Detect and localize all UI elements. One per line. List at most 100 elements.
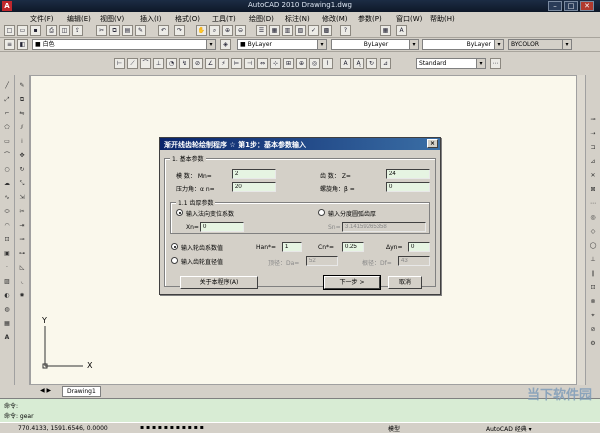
- table-style-icon[interactable]: ▦: [380, 25, 391, 36]
- copy-icon[interactable]: ⧉: [109, 25, 120, 36]
- join-icon[interactable]: ⊶: [17, 249, 27, 259]
- dyn-input[interactable]: [408, 242, 430, 252]
- calculator-icon[interactable]: ▩: [321, 25, 332, 36]
- maximize-icon[interactable]: □: [564, 1, 578, 11]
- cancel-button[interactable]: 取消: [388, 276, 422, 289]
- point-icon[interactable]: ·: [2, 263, 12, 273]
- pan-icon[interactable]: ✋: [196, 25, 207, 36]
- snap-perpendicular-icon[interactable]: ⊥: [588, 255, 598, 265]
- snap-midpoint-icon[interactable]: ⊿: [588, 157, 598, 167]
- layer-state-icon[interactable]: ◧: [17, 39, 28, 50]
- plotstyle-combo[interactable]: BYCOLOR ▾: [508, 39, 572, 50]
- helix-input[interactable]: [386, 182, 430, 192]
- dialog-close-icon[interactable]: ×: [427, 139, 438, 148]
- baseline-icon[interactable]: ⊨: [231, 58, 242, 69]
- mirror-icon[interactable]: ⇋: [17, 109, 27, 119]
- center-mark-icon[interactable]: ⊕: [296, 58, 307, 69]
- break-point-icon[interactable]: ⊸: [17, 235, 27, 245]
- undo-icon[interactable]: ↶: [158, 25, 169, 36]
- minimize-icon[interactable]: –: [548, 1, 562, 11]
- radio-shift[interactable]: [176, 209, 183, 216]
- snap-parallel-icon[interactable]: ∥: [588, 269, 598, 279]
- tab-nav-icon[interactable]: ◀ ▶: [40, 387, 51, 394]
- design-center-icon[interactable]: ▦: [269, 25, 280, 36]
- trim-icon[interactable]: ✂: [17, 207, 27, 217]
- snap-settings-icon[interactable]: ⚙: [588, 339, 598, 349]
- dim-style-icon[interactable]: ⊿: [380, 58, 391, 69]
- angular-icon[interactable]: ∠: [205, 58, 216, 69]
- ellipse-icon[interactable]: ⬭: [2, 207, 12, 217]
- line-icon[interactable]: ╱: [2, 81, 12, 91]
- menu-insert[interactable]: 插入(I): [140, 14, 162, 24]
- polygon-icon[interactable]: ⬠: [2, 123, 12, 133]
- module-input[interactable]: [232, 169, 276, 179]
- revision-cloud-icon[interactable]: ☁: [2, 179, 12, 189]
- snap-quadrant-icon[interactable]: ◇: [588, 227, 598, 237]
- inspect-icon[interactable]: ◎: [309, 58, 320, 69]
- menu-draw[interactable]: 绘图(D): [249, 14, 274, 24]
- break-icon[interactable]: ⊹: [270, 58, 281, 69]
- construction-line-icon[interactable]: ⤢: [2, 95, 12, 105]
- new-icon[interactable]: □: [4, 25, 15, 36]
- space-icon[interactable]: ⇔: [257, 58, 268, 69]
- zoom-window-icon[interactable]: ⊕: [222, 25, 233, 36]
- mtext-icon[interactable]: A: [2, 333, 12, 343]
- cut-icon[interactable]: ✂: [96, 25, 107, 36]
- snap-insert-icon[interactable]: ⊡: [588, 283, 598, 293]
- arc-icon[interactable]: ⌒: [2, 151, 12, 161]
- match-icon[interactable]: ✎: [135, 25, 146, 36]
- linetype-combo[interactable]: ByLayer ▾: [331, 39, 419, 50]
- erase-icon[interactable]: ✎: [17, 81, 27, 91]
- pressure-input[interactable]: [232, 182, 276, 192]
- paste-icon[interactable]: ▤: [122, 25, 133, 36]
- jogged-linear-icon[interactable]: ⌇: [322, 58, 333, 69]
- vertical-scrollbar[interactable]: [576, 75, 585, 385]
- tool-palettes-icon[interactable]: ▥: [282, 25, 293, 36]
- next-button[interactable]: 下一步 >: [323, 275, 381, 290]
- menu-tools[interactable]: 工具(T): [212, 14, 236, 24]
- close-icon[interactable]: ✕: [580, 1, 594, 11]
- zoom-previous-icon[interactable]: ⊖: [235, 25, 246, 36]
- menu-modify[interactable]: 修改(M): [322, 14, 348, 24]
- circle-icon[interactable]: ○: [2, 165, 12, 175]
- stretch-icon[interactable]: ⇲: [17, 193, 27, 203]
- snap-tangent-icon[interactable]: ◯: [588, 241, 598, 251]
- scale-icon[interactable]: ⤡: [17, 179, 27, 189]
- properties-icon[interactable]: ☰: [256, 25, 267, 36]
- xn-input[interactable]: [200, 222, 244, 232]
- snap-none-icon[interactable]: ⊘: [588, 325, 598, 335]
- markup-icon[interactable]: ✓: [308, 25, 319, 36]
- aligned-dim-icon[interactable]: ⟋: [127, 58, 138, 69]
- workspace-switch[interactable]: AutoCAD 经典 ▾: [486, 424, 532, 433]
- spline-icon[interactable]: ∿: [2, 193, 12, 203]
- cn-input[interactable]: [342, 242, 364, 252]
- han-input[interactable]: [282, 242, 302, 252]
- region-icon[interactable]: ◍: [2, 305, 12, 315]
- move-icon[interactable]: ✥: [17, 151, 27, 161]
- df-input[interactable]: [398, 256, 430, 266]
- polyline-icon[interactable]: ⌐: [2, 109, 12, 119]
- radius-icon[interactable]: ◔: [166, 58, 177, 69]
- copy-object-icon[interactable]: ⧉: [17, 95, 27, 105]
- menu-parametric[interactable]: 参数(P): [358, 14, 382, 24]
- array-icon[interactable]: ⁞: [17, 137, 27, 147]
- radio-dia-label[interactable]: 输入齿轮直径值: [181, 257, 223, 266]
- insert-block-icon[interactable]: ⊡: [2, 235, 12, 245]
- tab-drawing1[interactable]: Drawing1: [62, 386, 101, 397]
- radio-shift-label[interactable]: 输入法向变位系数: [186, 209, 234, 218]
- explode-icon[interactable]: ✸: [17, 291, 27, 301]
- color-combo[interactable]: ■ ByLayer ▾: [237, 39, 327, 50]
- save-icon[interactable]: ▪: [30, 25, 41, 36]
- publish-icon[interactable]: ⇪: [72, 25, 83, 36]
- snap-nearest-icon[interactable]: ⌖: [588, 311, 598, 321]
- diameter-icon[interactable]: ⊘: [192, 58, 203, 69]
- menu-format[interactable]: 格式(O): [175, 14, 200, 24]
- about-button[interactable]: 关于本程序(A): [180, 276, 258, 289]
- fillet-icon[interactable]: ◟: [17, 277, 27, 287]
- snap-mode-icon[interactable]: ▪ ▪ ▪ ▪ ▪ ▪ ▪ ▪ ▪ ▪ ▪: [140, 424, 204, 431]
- command-window[interactable]: 命令: 命令: gear: [0, 398, 600, 422]
- continue-icon[interactable]: ⊣: [244, 58, 255, 69]
- menu-edit[interactable]: 编辑(E): [67, 14, 91, 24]
- radio-coeff-label[interactable]: 输入轮齿系数值: [181, 243, 223, 252]
- chamfer-icon[interactable]: ◺: [17, 263, 27, 273]
